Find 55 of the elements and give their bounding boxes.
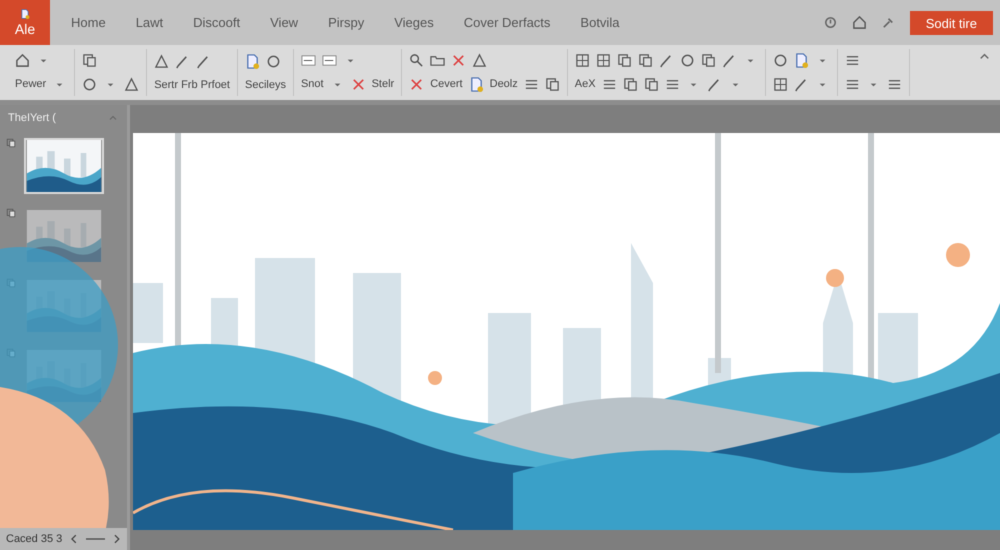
triangle-icon[interactable]	[124, 76, 140, 92]
copy-icon[interactable]	[700, 53, 716, 68]
copy-icon[interactable]	[6, 208, 16, 218]
document-icon	[20, 8, 30, 18]
menu-tab[interactable]: View	[261, 11, 308, 34]
house-icon[interactable]	[852, 15, 867, 30]
copy-icon[interactable]	[638, 53, 653, 68]
menu-tab[interactable]: Cover Derfacts	[454, 11, 560, 34]
close-icon[interactable]	[409, 76, 424, 92]
ribbon-label[interactable]: AeX	[574, 78, 596, 90]
ribbon-label[interactable]: Snot	[300, 78, 324, 90]
menu-tab[interactable]: Lawt	[126, 11, 172, 34]
ribbon-label[interactable]: Deolz	[490, 78, 518, 90]
ribbon-label[interactable]: Pewer	[15, 78, 46, 90]
ribbon-label[interactable]: Cevert	[430, 78, 463, 90]
copy-icon[interactable]	[82, 53, 98, 68]
copy-icon[interactable]	[622, 76, 638, 92]
ribbon-label[interactable]: Secileys	[244, 79, 286, 91]
menu-tab[interactable]: Discooft	[184, 11, 250, 34]
menu-tab[interactable]: Pirspy	[319, 11, 374, 34]
menu-tab[interactable]: Home	[62, 11, 115, 34]
menu-tab[interactable]: Botvila	[571, 11, 628, 34]
copy-icon[interactable]	[544, 76, 560, 92]
triangle-icon[interactable]	[472, 53, 488, 68]
slide-thumbnail[interactable]	[24, 138, 104, 194]
chevron-left-icon[interactable]	[70, 533, 78, 545]
close-icon[interactable]	[350, 76, 366, 92]
app-tab[interactable]: Ale	[0, 0, 50, 45]
line-style-icon[interactable]	[300, 53, 316, 68]
share-button[interactable]: Sodit tire	[910, 10, 993, 34]
ribbon-label[interactable]: Stelr	[372, 78, 394, 90]
line-style-icon[interactable]	[322, 53, 337, 68]
panel-title: TheIYert (	[8, 112, 56, 124]
document-icon[interactable]	[468, 76, 484, 92]
circle-icon[interactable]	[680, 53, 695, 68]
copy-icon[interactable]	[6, 138, 16, 148]
circle-icon[interactable]	[82, 76, 98, 92]
ribbon-label[interactable]: Sertr Frb Prfoet	[154, 79, 230, 91]
search-icon[interactable]	[409, 53, 424, 68]
circle-icon[interactable]	[772, 53, 788, 68]
chevron-right-icon[interactable]	[113, 533, 121, 545]
house-icon[interactable]	[15, 53, 30, 68]
document-icon[interactable]	[794, 53, 809, 68]
copy-icon[interactable]	[644, 76, 659, 92]
document-icon[interactable]	[244, 54, 260, 69]
grid-icon[interactable]	[596, 53, 611, 68]
menu-tab[interactable]: Vieges	[385, 11, 443, 34]
status-text: Caced 35 3	[6, 533, 62, 545]
triangle-icon[interactable]	[154, 54, 170, 69]
grid-icon[interactable]	[574, 53, 590, 68]
grid-icon[interactable]	[772, 76, 788, 92]
copy-icon[interactable]	[616, 53, 632, 68]
circle-icon[interactable]	[266, 54, 281, 69]
folder-icon[interactable]	[430, 53, 446, 68]
close-icon[interactable]	[451, 53, 466, 68]
